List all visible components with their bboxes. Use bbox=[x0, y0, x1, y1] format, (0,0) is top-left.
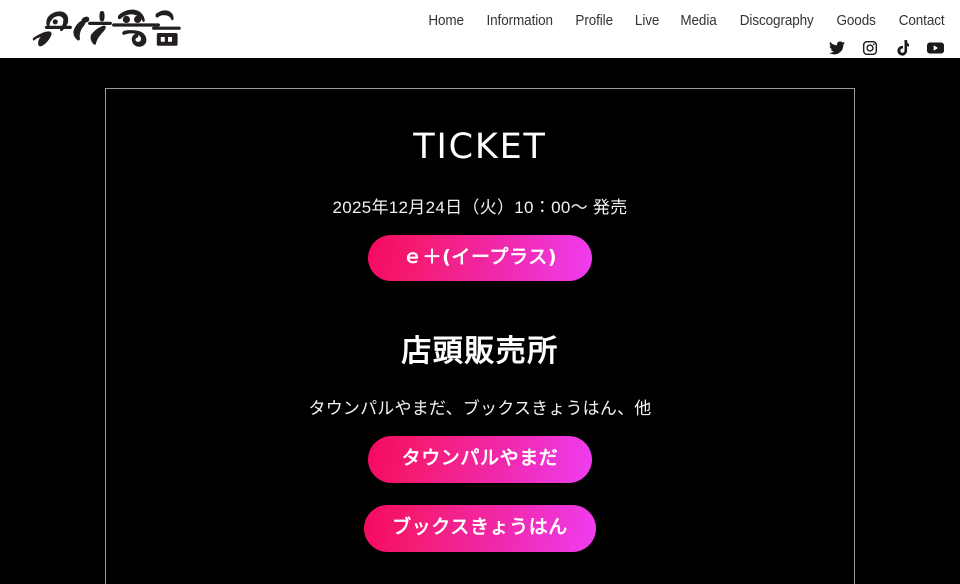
nav-item-goods[interactable]: Goods bbox=[837, 14, 876, 29]
store-section-heading: 店頭販売所 bbox=[401, 334, 559, 370]
ticket-content-frame: TICKET 2025年12月24日（火）10：00〜 発売 ｅ＋(イープラス)… bbox=[105, 88, 855, 584]
instagram-icon[interactable] bbox=[861, 39, 878, 56]
main-navigation: Home Information Profile Live Media Disc… bbox=[427, 12, 946, 30]
header-right-group: Home Information Profile Live Media Disc… bbox=[427, 0, 946, 58]
nav-item-information[interactable]: Information bbox=[486, 14, 553, 29]
logo-mark bbox=[32, 9, 181, 47]
store-button-row-1: タウンパルやまだ bbox=[106, 420, 854, 483]
nav-item-media[interactable]: Media bbox=[680, 14, 716, 29]
nav-item-home[interactable]: Home bbox=[428, 14, 464, 29]
nav-item-live[interactable]: Live bbox=[635, 14, 659, 29]
tiktok-icon[interactable] bbox=[894, 39, 911, 56]
social-links bbox=[828, 39, 946, 56]
nav-item-profile[interactable]: Profile bbox=[576, 14, 614, 29]
youtube-icon[interactable] bbox=[927, 39, 944, 56]
page-body: TICKET 2025年12月24日（火）10：00〜 発売 ｅ＋(イープラス)… bbox=[0, 58, 960, 584]
townpal-yamada-button[interactable]: タウンパルやまだ bbox=[368, 436, 592, 483]
site-logo[interactable] bbox=[24, 3, 184, 55]
ticket-button-row: ｅ＋(イープラス) bbox=[106, 219, 854, 282]
eplus-ticket-button[interactable]: ｅ＋(イープラス) bbox=[368, 234, 592, 282]
books-kyohan-button[interactable]: ブックスきょうはん bbox=[364, 504, 596, 552]
site-header: Home Information Profile Live Media Disc… bbox=[0, 0, 960, 58]
store-list-text: タウンパルやまだ、ブックスきょうはん、他 bbox=[308, 398, 652, 418]
nav-item-discography[interactable]: Discography bbox=[740, 14, 814, 29]
nav-item-contact[interactable]: Contact bbox=[898, 14, 944, 29]
store-button-row-2: ブックスきょうはん bbox=[106, 483, 854, 552]
twitter-icon[interactable] bbox=[828, 39, 845, 56]
sale-date-text: 2025年12月24日（火）10：00〜 発売 bbox=[332, 197, 628, 217]
page-title: TICKET bbox=[413, 127, 547, 167]
